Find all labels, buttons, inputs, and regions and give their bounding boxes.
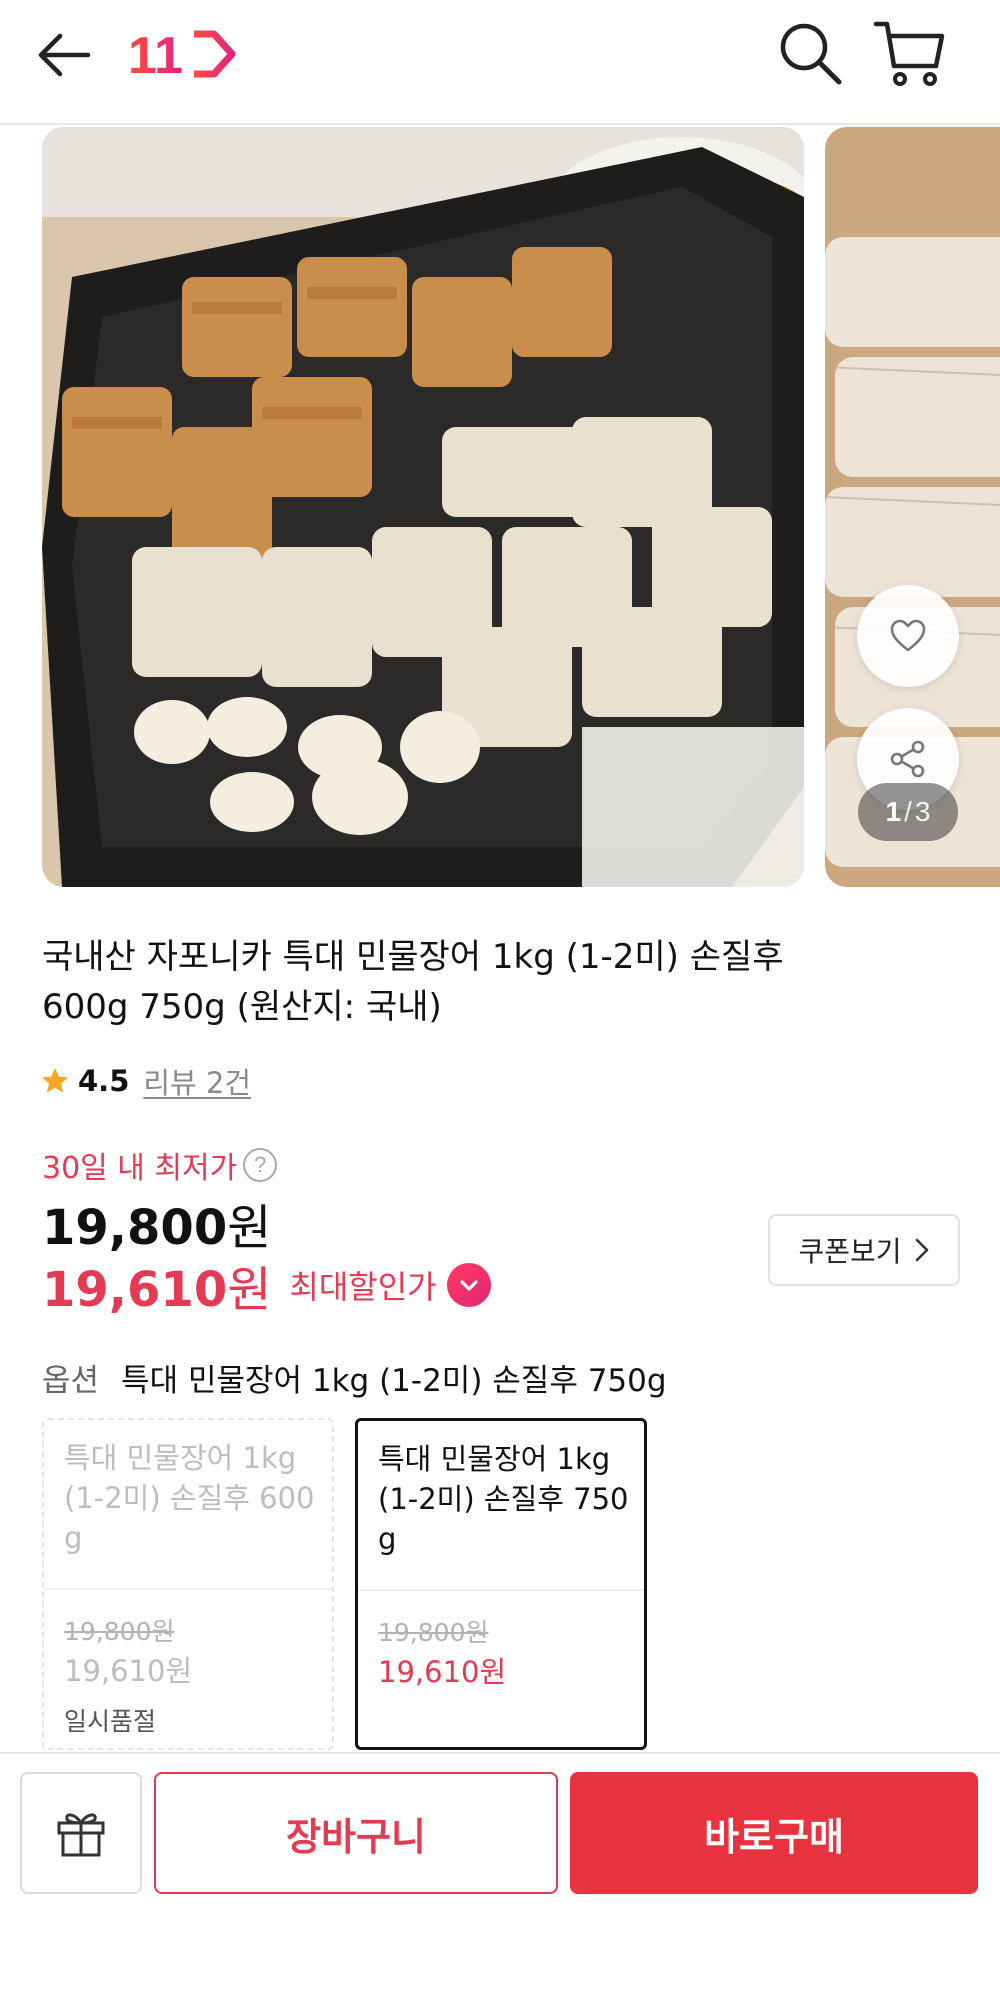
max-discount-label: 최대할인가 <box>289 1268 437 1306</box>
total-pages: 3 <box>914 796 931 827</box>
chevron-right-icon <box>915 1238 928 1262</box>
option-price: 19,610원 <box>378 1655 507 1689</box>
sale-price: 19,610원 <box>42 1250 271 1320</box>
sale-price-currency: 원 <box>227 1262 272 1318</box>
search-button[interactable] <box>775 18 845 88</box>
regular-price: 19,800원 <box>42 1188 271 1258</box>
heart-icon <box>890 619 926 652</box>
option-name: 특대 민물장어 1kg (1-2미) 손질후 750g <box>378 1442 629 1556</box>
help-icon[interactable]: ? <box>243 1148 278 1182</box>
product-title-line-2: 600g 750g (원산지: 국내) <box>42 987 442 1027</box>
option-label: 옵션 <box>42 1363 100 1399</box>
logo-text: 11 <box>128 27 183 84</box>
cart-button[interactable] <box>872 16 948 92</box>
sale-price-row: 19,610원 최대할인가 <box>42 1250 491 1320</box>
back-button[interactable] <box>32 22 98 88</box>
top-app-bar: 11 <box>0 0 1000 125</box>
option-name: 특대 민물장어 1kg (1-2미) 손질후 600g <box>64 1441 315 1555</box>
product-photo-grilled-eel[interactable] <box>42 127 804 887</box>
max-discount-expand-button[interactable] <box>446 1263 491 1307</box>
option-summary: 옵션 특대 민물장어 1kg (1-2미) 손질후 750g <box>42 1355 667 1400</box>
view-coupon-label: 쿠폰보기 <box>798 1235 902 1268</box>
image-page-indicator: 1 / 3 <box>858 783 958 841</box>
option-card-750g[interactable]: 특대 민물장어 1kg (1-2미) 손질후 750g 19,800원 19,6… <box>355 1418 647 1750</box>
chevron-down-icon <box>460 1280 478 1291</box>
option-card-600g[interactable]: 특대 민물장어 1kg (1-2미) 손질후 600g 19,800원 19,6… <box>42 1418 334 1750</box>
review-count-link[interactable]: 리뷰 2건 <box>143 1060 251 1102</box>
search-icon <box>780 23 842 85</box>
gift-button[interactable] <box>20 1772 142 1894</box>
view-coupon-button[interactable]: 쿠폰보기 <box>768 1214 960 1286</box>
sale-price-value: 19,610 <box>42 1262 228 1318</box>
grilled-eel-image <box>42 127 804 887</box>
option-price: 19,610원 <box>64 1654 193 1688</box>
cart-icon <box>873 21 945 86</box>
back-arrow-icon <box>38 33 91 77</box>
product-image-carousel[interactable]: 1 / 3 <box>0 125 1000 895</box>
wishlist-button[interactable] <box>857 585 959 687</box>
buy-now-button[interactable]: 바로구매 <box>570 1772 978 1894</box>
regular-price-currency: 원 <box>227 1200 272 1256</box>
lowest-price-label: 30일 내 최저가 <box>42 1151 238 1186</box>
option-divider <box>44 1588 332 1590</box>
regular-price-value: 19,800 <box>42 1200 228 1256</box>
logo-mark-icon: 11 <box>128 27 236 85</box>
selected-option-text: 특대 민물장어 1kg (1-2미) 손질후 750g <box>121 1363 667 1399</box>
purchase-action-bar: 장바구니 바로구매 <box>0 1752 1000 1999</box>
product-title: 국내산 자포니카 특대 민물장어 1kg (1-2미) 손질후 600g 750… <box>42 932 942 1032</box>
gift-icon <box>57 1813 105 1857</box>
rating-value: 4.5 <box>78 1064 130 1098</box>
option-soldout-status: 일시품절 <box>64 1707 157 1736</box>
page-separator: / <box>904 796 912 827</box>
share-icon <box>890 740 925 778</box>
lowest-price-row: 30일 내 최저가 ? <box>42 1143 278 1187</box>
option-original-price: 19,800원 <box>378 1618 489 1647</box>
current-page: 1 <box>885 796 902 827</box>
11st-logo[interactable]: 11 <box>128 24 238 85</box>
option-divider <box>358 1589 644 1591</box>
star-icon <box>42 1068 68 1093</box>
rating-row: 4.5 리뷰 2건 <box>40 1060 251 1102</box>
add-to-cart-button[interactable]: 장바구니 <box>154 1772 558 1894</box>
option-original-price: 19,800원 <box>64 1617 175 1646</box>
product-title-line-1: 국내산 자포니카 특대 민물장어 1kg (1-2미) 손질후 <box>42 937 784 977</box>
